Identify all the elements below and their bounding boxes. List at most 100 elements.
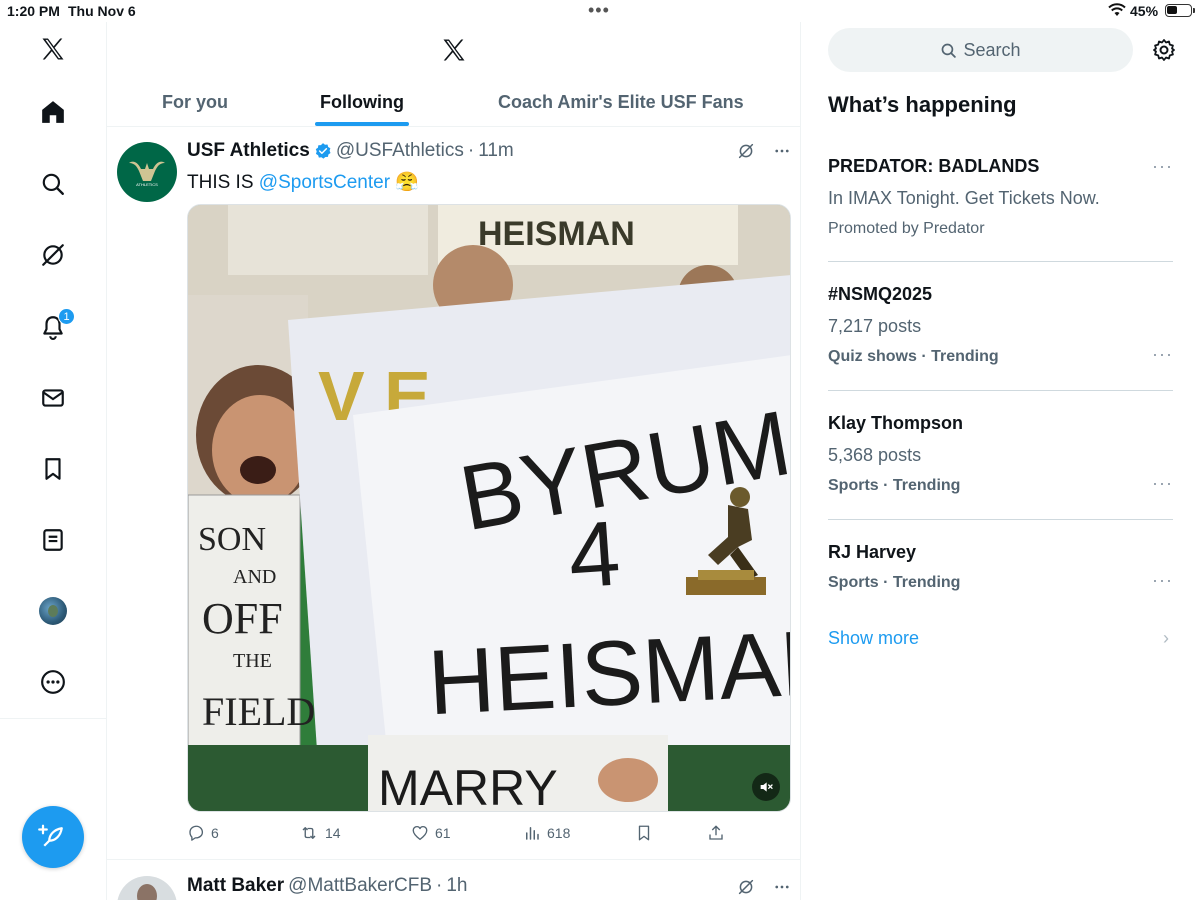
notifications-badge: 1 [58,308,75,325]
status-time: 1:20 PM [7,3,60,19]
profile-avatar[interactable] [38,596,68,626]
tweet-text: THIS IS @SportsCenter 😤 [187,170,419,194]
bookmark-button[interactable] [635,824,653,842]
tweet-video[interactable]: HEISMAN SON AND OFF THE FIELD V E BYRUM … [187,204,791,812]
tweet[interactable]: ATHLETICS USF Athletics @USFAthletics · … [107,128,801,860]
svg-text:ATHLETICS: ATHLETICS [136,182,158,187]
tab-for-you[interactable]: For you [162,92,228,113]
mute-button[interactable] [752,773,780,801]
settings-gear-icon[interactable] [1152,38,1176,67]
tweet-time[interactable]: 11m [478,140,514,162]
divider [828,390,1173,391]
trend-meta: Quiz shows · Trending [828,348,999,365]
wifi-icon [1108,3,1126,20]
more-options-icon[interactable] [773,878,791,900]
usf-athletics-avatar[interactable]: ATHLETICS [117,142,177,202]
reply-count: 6 [211,825,219,841]
views-button[interactable]: 618 [523,824,570,842]
share-button[interactable] [707,824,725,842]
status-date: Thu Nov 6 [68,3,136,19]
multitasking-dots[interactable]: ••• [588,0,610,21]
grok-icon[interactable] [737,142,755,165]
trend-more-icon[interactable]: ··· [1152,156,1173,177]
tweet-time[interactable]: 1h [446,875,467,897]
verified-badge-icon [315,143,331,159]
trend-item[interactable]: RJ Harvey Sports · Trending ··· [828,542,1173,592]
video-frame: HEISMAN SON AND OFF THE FIELD V E BYRUM … [188,205,791,812]
more-options-icon[interactable] [773,142,791,165]
trend-more-icon[interactable]: ··· [1152,473,1173,494]
show-more-link[interactable]: Show more › [828,628,1173,649]
dot-separator: · [467,140,475,161]
tab-following[interactable]: Following [320,92,404,113]
trend-title: RJ Harvey [828,542,917,562]
feather-plus-icon [38,824,63,847]
svg-text:FIELD: FIELD [202,689,315,734]
trend-more-icon[interactable]: ··· [1152,570,1173,591]
bookmarks-icon[interactable] [38,454,68,484]
chevron-right-icon: › [1163,628,1169,648]
emoji: 😤 [395,172,419,193]
repost-button[interactable]: 14 [299,824,341,842]
sign-line-3: HEISMAN [426,611,791,735]
repost-count: 14 [325,825,341,841]
active-tab-indicator [315,122,409,126]
like-count: 61 [435,825,451,841]
x-logo-icon[interactable] [38,34,68,64]
search-icon[interactable] [38,169,68,199]
trend-meta: Sports · Trending [828,574,961,591]
heart-icon [412,825,428,841]
trend-title: #NSMQ2025 [828,284,933,304]
grok-icon[interactable] [38,240,68,270]
trend-title: PREDATOR: BADLANDS [828,156,1040,176]
battery-fill [1167,6,1177,14]
show-more-label: Show more [828,628,920,648]
trend-more-icon[interactable]: ··· [1152,344,1173,365]
search-input[interactable]: Search [828,28,1133,72]
home-icon[interactable] [38,97,68,127]
trend-meta: Sports · Trending [828,477,961,494]
tweet-actions: 6 14 61 618 [187,824,747,846]
tweet-text-prefix: THIS IS [187,172,259,193]
notifications-icon[interactable]: 1 [38,308,75,342]
author-name[interactable]: Matt Baker [187,875,284,897]
view-count: 618 [547,825,571,841]
mention-link[interactable]: @SportsCenter [259,172,390,193]
tab-coach-amirs-elite-usf-fans[interactable]: Coach Amir's Elite USF Fans [498,92,744,113]
x-header-logo-icon[interactable] [440,36,468,69]
svg-text:AND: AND [233,566,276,588]
trend-meta: Promoted by Predator [828,220,985,237]
trend-subtitle: 5,368 posts [828,445,922,465]
author-handle[interactable]: @MattBakerCFB [288,875,432,897]
top-sign-text: HEISMAN [478,215,635,253]
author-name[interactable]: USF Athletics [187,140,310,162]
search-placeholder: Search [963,39,1021,60]
battery-icon [1165,4,1195,17]
trend-title: Klay Thompson [828,413,964,433]
like-button[interactable]: 61 [411,824,451,842]
grok-icon[interactable] [737,878,755,900]
reply-button[interactable]: 6 [187,824,219,842]
tweet-top-actions [737,142,791,165]
left-nav: 1 [0,22,107,900]
bookmark-icon [638,825,650,841]
lists-icon[interactable] [38,525,68,555]
trend-item[interactable]: Klay Thompson 5,368 posts Sports · Trend… [828,413,1173,495]
status-bar: 1:20 PM Thu Nov 6 ••• 45% [0,0,1200,22]
views-chart-icon [526,827,539,840]
svg-text:MARRY: MARRY [378,760,558,812]
messages-icon[interactable] [38,383,68,413]
avatar [39,597,67,625]
reply-icon [189,825,204,841]
usf-bull-logo-icon: ATHLETICS [129,161,165,187]
matt-baker-avatar[interactable] [117,876,177,900]
trend-item[interactable]: PREDATOR: BADLANDS In IMAX Tonight. Get … [828,156,1173,238]
more-icon[interactable] [38,667,68,697]
tweet-top-actions [737,878,791,900]
trend-subtitle: In IMAX Tonight. Get Tickets Now. [828,188,1100,208]
tweet[interactable]: Matt Baker @MattBakerCFB · 1h [107,860,801,900]
nav-divider [0,718,107,719]
author-handle[interactable]: @USFAthletics [336,140,464,162]
trend-item[interactable]: #NSMQ2025 7,217 posts Quiz shows · Trend… [828,284,1173,366]
compose-button[interactable] [22,806,84,868]
